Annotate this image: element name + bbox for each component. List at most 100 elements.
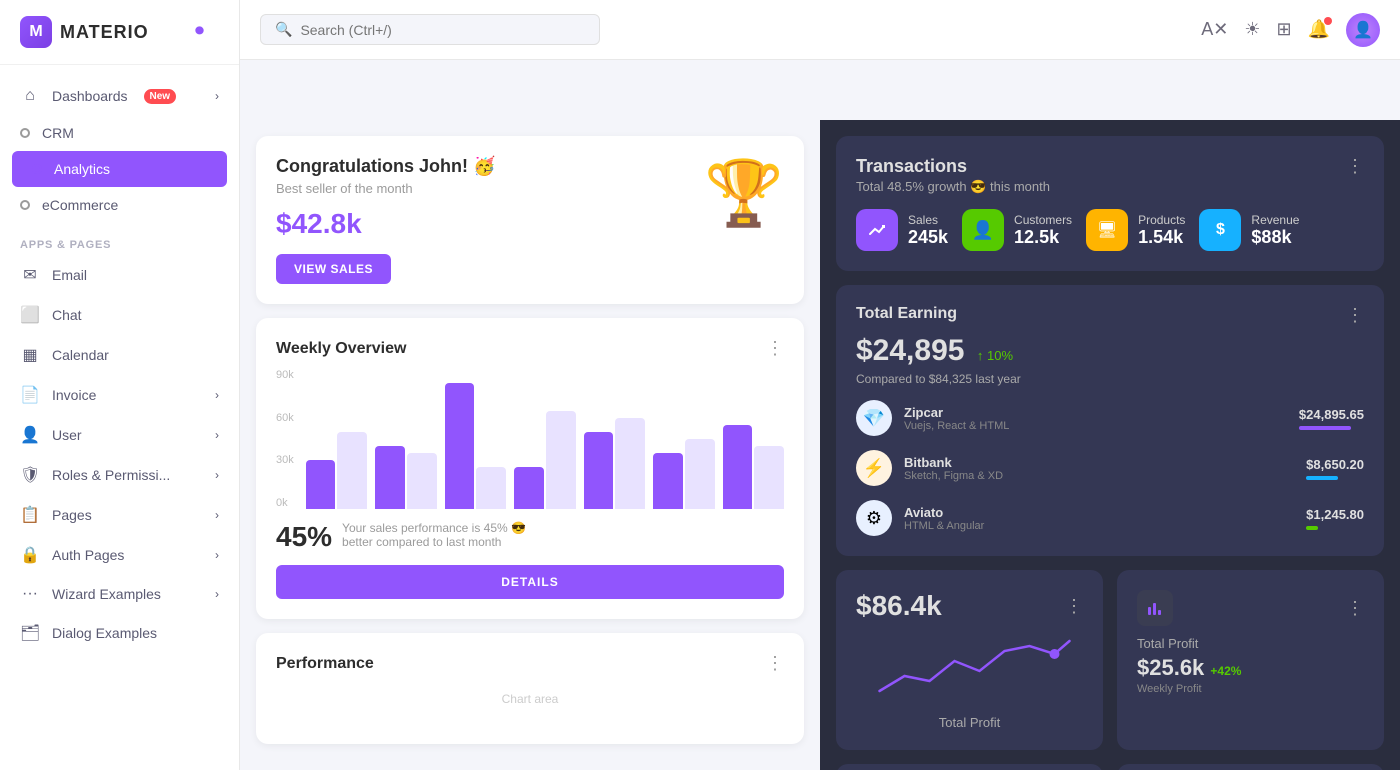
sidebar-item-label: Dialog Examples xyxy=(52,625,157,641)
revenue-icon-box: $ xyxy=(1199,209,1241,251)
congrats-title: Congratulations John! 🥳 xyxy=(276,156,495,177)
earning-item-bitbank: ⚡ Bitbank Sketch, Figma & XD $8,650.20 xyxy=(856,450,1364,486)
sidebar-item-wizard[interactable]: ··· Wizard Examples › xyxy=(0,575,239,613)
chart-y-labels: 90k 60k 30k 0k xyxy=(276,369,298,509)
circle-active-icon xyxy=(32,164,42,174)
section-label-apps: APPS & PAGES xyxy=(0,223,239,255)
search-icon: 🔍 xyxy=(275,21,292,38)
zipcar-bar xyxy=(1299,426,1351,430)
search-box[interactable]: 🔍 xyxy=(260,14,600,45)
record-icon[interactable]: ⏺ xyxy=(195,20,219,44)
sidebar-item-auth[interactable]: 🔒 Auth Pages › xyxy=(0,535,239,575)
bar-purple xyxy=(445,383,475,509)
performance-more-button[interactable]: ⋮ xyxy=(766,653,784,674)
transactions-header: Transactions Total 48.5% growth 😎 this m… xyxy=(856,156,1364,195)
bitbank-bar xyxy=(1306,476,1338,480)
sidebar-item-chat[interactable]: ⬜ Chat xyxy=(0,295,239,335)
nav-badge-new: New xyxy=(144,89,177,104)
sidebar-item-calendar[interactable]: ▦ Calendar xyxy=(0,335,239,375)
weekly-profit-label: Total Profit xyxy=(1137,636,1364,651)
bar-light xyxy=(685,439,715,509)
sidebar-item-label: Chat xyxy=(52,307,82,323)
performance-chart-placeholder: Chart area xyxy=(276,674,784,724)
aviato-name: Aviato xyxy=(904,505,984,520)
grid-icon[interactable]: ⊞ xyxy=(1276,19,1291,40)
avatar[interactable]: 👤 xyxy=(1346,13,1380,47)
zipcar-sub: Vuejs, React & HTML xyxy=(904,420,1009,432)
zipcar-icon: 💎 xyxy=(856,400,892,436)
sidebar-item-email[interactable]: ✉ Email xyxy=(0,255,239,295)
revenue-icon: $ xyxy=(1216,221,1225,239)
sidebar-item-dashboards[interactable]: ⌂ Dashboards New › xyxy=(0,77,239,115)
sidebar-item-pages[interactable]: 📋 Pages › xyxy=(0,495,239,535)
zipcar-name: Zipcar xyxy=(904,405,1009,420)
profit-more-button[interactable]: ⋮ xyxy=(1065,596,1083,617)
panel-right: Transactions Total 48.5% growth 😎 this m… xyxy=(820,120,1400,770)
sidebar-item-analytics[interactable]: Analytics xyxy=(12,151,227,187)
transactions-stats-row: Sales 245k 👤 Customers 12.5k xyxy=(856,209,1364,251)
sidebar-item-label: Dashboards xyxy=(52,88,128,104)
zipcar-amount: $24,895.65 xyxy=(1299,407,1364,430)
notification-icon[interactable]: 🔔 xyxy=(1308,19,1330,40)
products-icon: 🖥 xyxy=(1097,220,1117,240)
sidebar-item-label: CRM xyxy=(42,125,74,141)
sidebar-logo: M MATERIO ⏺ xyxy=(0,0,239,65)
sidebar-item-label: User xyxy=(52,427,82,443)
sidebar-item-label: Invoice xyxy=(52,387,96,403)
sidebar-item-label: Pages xyxy=(52,507,92,523)
earning-title: Total Earning xyxy=(856,305,957,323)
sales-label: Sales xyxy=(908,213,948,227)
trophy-icon: 🏆 xyxy=(704,156,784,231)
bar-group xyxy=(723,425,784,509)
translate-icon[interactable]: A✕ xyxy=(1201,19,1228,40)
sidebar-item-label: Analytics xyxy=(54,161,110,177)
theme-icon[interactable]: ☀ xyxy=(1244,19,1260,40)
sidebar-item-label: eCommerce xyxy=(42,197,118,213)
chevron-right-icon: › xyxy=(215,388,219,402)
sidebar-item-dialog[interactable]: 🗂 Dialog Examples xyxy=(0,613,239,653)
aviato-bar xyxy=(1306,526,1318,530)
bitbank-icon: ⚡ xyxy=(856,450,892,486)
weekly-percent: 45% xyxy=(276,521,332,553)
sidebar: M MATERIO ⏺ ⌂ Dashboards New › CRM Analy… xyxy=(0,0,240,770)
chevron-right-icon: › xyxy=(215,468,219,482)
bitbank-sub: Sketch, Figma & XD xyxy=(904,470,1003,482)
bar-purple xyxy=(306,460,336,509)
sidebar-item-user[interactable]: 👤 User › xyxy=(0,415,239,455)
sidebar-item-roles[interactable]: 🛡 Roles & Permissi... › xyxy=(0,455,239,495)
weekly-more-button[interactable]: ⋮ xyxy=(766,338,784,359)
congrats-card: Congratulations John! 🥳 Best seller of t… xyxy=(256,136,804,304)
sidebar-item-ecommerce[interactable]: eCommerce xyxy=(0,187,239,223)
search-input[interactable] xyxy=(300,22,585,38)
sidebar-item-crm[interactable]: CRM xyxy=(0,115,239,151)
earning-more-button[interactable]: ⋮ xyxy=(1346,305,1364,326)
earning-percent: ↑ 10% xyxy=(977,348,1013,363)
weekly-profit-more[interactable]: ⋮ xyxy=(1346,598,1364,619)
bar-light xyxy=(476,467,506,509)
sidebar-item-label: Calendar xyxy=(52,347,109,363)
view-sales-button[interactable]: VIEW SALES xyxy=(276,254,391,284)
chevron-right-icon: › xyxy=(215,587,219,601)
congrats-subtitle: Best seller of the month xyxy=(276,181,495,196)
invoice-icon: 📄 xyxy=(20,385,40,405)
details-button[interactable]: DETAILS xyxy=(276,565,784,599)
logo-icon: M xyxy=(20,16,52,48)
customers-label: Customers xyxy=(1014,213,1072,227)
weekly-profit-card: ⋮ Total Profit $25.6k +42% Weekly Profit xyxy=(1117,570,1384,750)
transactions-more-button[interactable]: ⋮ xyxy=(1346,156,1364,177)
big-stat-value: $86.4k xyxy=(856,590,942,622)
bar-group xyxy=(445,383,506,509)
bottom-row: 💼 ⋮ New Project 862 -18% Yearly Project … xyxy=(836,764,1384,770)
user-icon: 👤 xyxy=(20,425,40,445)
weekly-overview-card: Weekly Overview ⋮ 90k 60k 30k 0k 45% You… xyxy=(256,318,804,619)
bar-light xyxy=(546,411,576,509)
bitbank-amount: $8,650.20 xyxy=(1306,457,1364,480)
sidebar-item-invoice[interactable]: 📄 Invoice › xyxy=(0,375,239,415)
pages-icon: 📋 xyxy=(20,505,40,525)
products-icon-box: 🖥 xyxy=(1086,209,1128,251)
chevron-down-icon: › xyxy=(215,89,219,103)
circle-icon xyxy=(20,128,30,138)
lock-icon: 🔒 xyxy=(20,545,40,565)
sales-value: 245k xyxy=(908,227,948,248)
stat-sales: Sales 245k xyxy=(856,209,948,251)
